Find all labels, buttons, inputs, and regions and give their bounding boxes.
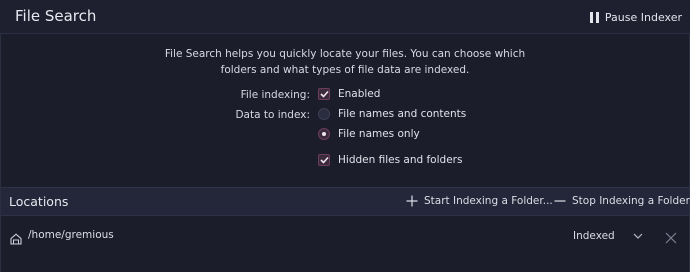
stop-indexing-button[interactable]: Stop Indexing a Folder... (554, 195, 690, 207)
file-indexing-label: File indexing: (240, 89, 310, 101)
index-status-dropdown[interactable]: Indexed (573, 227, 643, 245)
radio-file-names-only-label: File names only (338, 128, 420, 140)
page-title: File Search (15, 7, 97, 25)
locations-toolbar: Locations Start Indexing a Folder... Sto… (1, 187, 690, 216)
location-path: /home/gremious (28, 229, 114, 241)
hidden-files-label: Hidden files and folders (338, 154, 463, 166)
checkmark-icon (318, 154, 330, 166)
index-status-value: Indexed (573, 230, 615, 242)
start-indexing-button[interactable]: Start Indexing a Folder... (406, 195, 553, 207)
pause-indexer-button[interactable]: Pause Indexer (589, 8, 682, 26)
radio-file-names-only[interactable]: File names only (318, 128, 420, 140)
data-to-index-label: Data to index: (235, 109, 310, 121)
chevron-down-icon (633, 233, 643, 239)
description: File Search helps you quickly locate you… (0, 46, 690, 78)
locations-title: Locations (9, 194, 69, 209)
description-line-1: File Search helps you quickly locate you… (164, 48, 526, 60)
pause-icon (589, 11, 599, 23)
hidden-files-checkbox[interactable]: Hidden files and folders (318, 154, 462, 166)
radio-file-names-and-contents-label: File names and contents (338, 108, 467, 120)
start-indexing-label: Start Indexing a Folder... (424, 195, 553, 207)
checkmark-icon (318, 88, 330, 100)
file-indexing-value: Enabled (338, 88, 381, 100)
minus-icon (554, 200, 566, 202)
home-folder-icon (10, 230, 22, 249)
plus-icon (406, 195, 418, 207)
close-icon[interactable] (665, 229, 677, 248)
header: File Search Pause Indexer (0, 0, 690, 34)
file-indexing-checkbox[interactable]: Enabled (318, 88, 380, 100)
pause-indexer-label: Pause Indexer (604, 10, 682, 24)
radio-file-names-and-contents[interactable]: File names and contents (318, 108, 466, 120)
stop-indexing-label: Stop Indexing a Folder... (572, 195, 690, 207)
location-row[interactable]: /home/gremious Indexed (1, 224, 689, 248)
description-line-2: folders and what types of file data are … (220, 64, 470, 76)
radio-unselected-icon (318, 108, 330, 120)
radio-selected-icon (318, 128, 330, 140)
